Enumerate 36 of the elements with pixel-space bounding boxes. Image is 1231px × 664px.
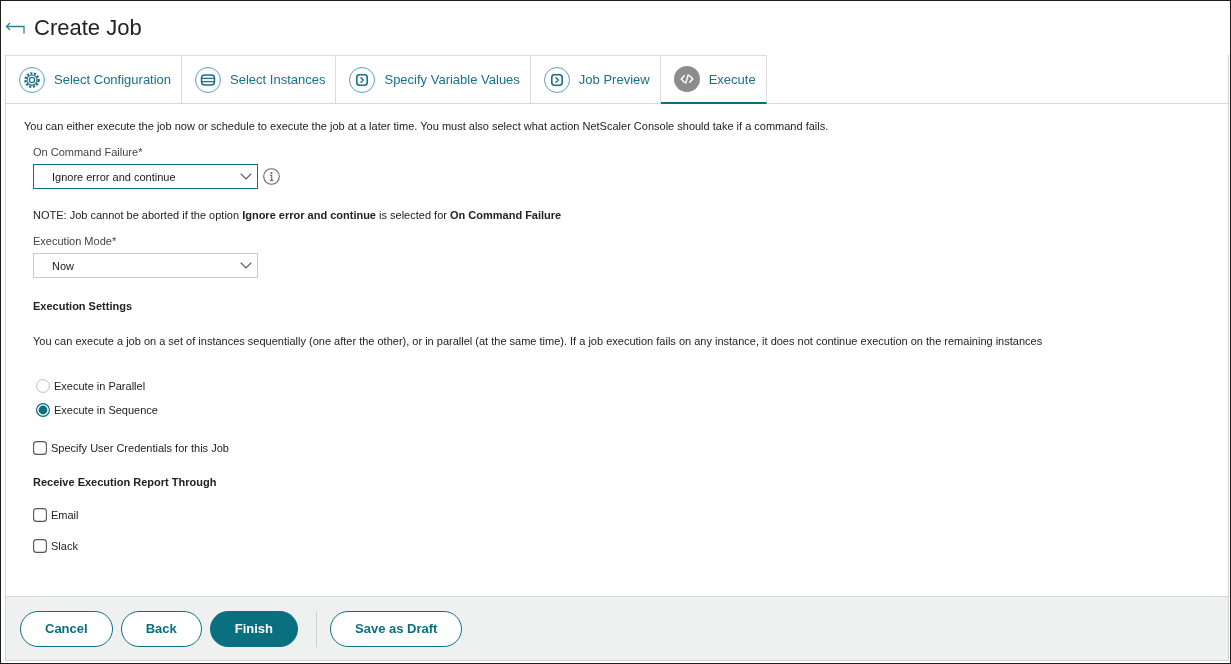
radio-button[interactable] [36, 379, 50, 393]
chevron-down-icon [240, 262, 252, 269]
section-heading: Receive Execution Report Through [33, 475, 218, 489]
field-label: On Command Failure* [33, 145, 144, 159]
checkbox[interactable] [33, 441, 47, 455]
finish-button[interactable]: Finish [209, 610, 298, 647]
back-button[interactable]: Back [120, 610, 202, 647]
checkbox[interactable] [33, 508, 47, 522]
checkbox[interactable] [33, 539, 47, 553]
description-text: You can execute a job on a set of instances sequentially (one after the other), or in parallel (at the same time). If a job execution fails on any instance, it does not continue execution on the remaining instances [33, 334, 1044, 348]
cancel-button[interactable]: Cancel [20, 610, 113, 647]
tab[interactable]: Execute [660, 55, 767, 104]
page-title: Create Job [34, 15, 142, 41]
tab[interactable]: Select Instances [182, 55, 337, 104]
field-label: Execution Mode* [33, 234, 118, 248]
intro-text: You can either execute the job now or schedule to execute the job at a later time. You must also select what action NetScaler Console should take if a command fails. [24, 119, 830, 133]
tab[interactable]: Select Configuration [6, 55, 183, 104]
tab[interactable]: Specify Variable Values [336, 55, 531, 104]
code-icon [673, 66, 700, 92]
save-draft-button[interactable]: Save as Draft [330, 610, 463, 647]
option-label: Execute in Parallel [54, 379, 146, 393]
info-icon[interactable] [263, 168, 280, 185]
section-heading: Execution Settings [33, 299, 134, 313]
stack-icon [195, 66, 222, 93]
dropdown[interactable]: Ignore error and continue [33, 164, 258, 189]
option-label: Specify User Credentials for this Job [51, 441, 229, 455]
option-label: Slack [51, 539, 78, 553]
dropdown[interactable]: Now [33, 253, 258, 278]
gear-icon [19, 66, 45, 93]
note-text: NOTE: Job cannot be aborted if the option Ignore error and continue is selected for On Command Failure [33, 208, 563, 222]
tab[interactable]: Job Preview [530, 55, 661, 104]
option-label: Email [51, 508, 79, 522]
radio-button[interactable] [36, 403, 50, 417]
back-arrow-icon[interactable] [5, 21, 25, 35]
chevron-down-icon [240, 173, 252, 180]
option-label: Execute in Sequence [54, 403, 158, 417]
